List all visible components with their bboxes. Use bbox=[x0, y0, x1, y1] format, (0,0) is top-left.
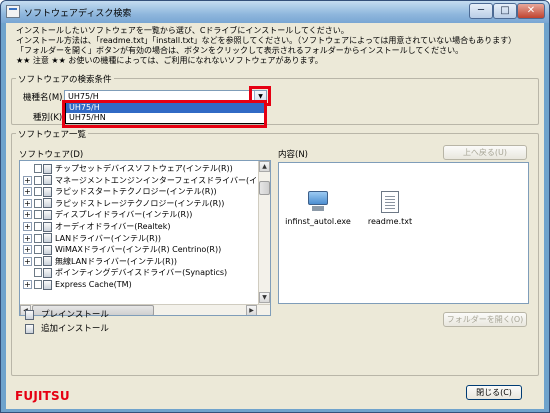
scroll-right-icon[interactable]: ▶ bbox=[246, 305, 257, 315]
legend-additional: 追加インストール bbox=[25, 323, 109, 335]
tree-item[interactable]: + Express Cache(TM) bbox=[23, 279, 132, 290]
tree-vertical-scrollbar[interactable]: ▲ ▼ bbox=[258, 161, 270, 304]
expand-plus-icon[interactable]: + bbox=[23, 198, 32, 208]
list-group-label: ソフトウェア一覧 bbox=[16, 128, 89, 140]
tree-item-label: ディスプレイドライバー(インテル(R)) bbox=[55, 210, 193, 220]
tree-item[interactable]: ポインティングデバイスドライバー(Synaptics) bbox=[23, 267, 227, 278]
content-pane[interactable]: infinst_autol.exe readme.txt bbox=[278, 162, 529, 304]
software-icon bbox=[43, 256, 52, 267]
software-icon bbox=[43, 209, 52, 220]
up-back-button[interactable]: 上へ戻る(U) bbox=[443, 145, 527, 160]
title-bar[interactable]: ソフトウェアディスク検索 ─ □ ✕ bbox=[1, 1, 549, 23]
expand-plus-icon[interactable]: + bbox=[23, 210, 32, 220]
close-button[interactable]: 閉じる(C) bbox=[466, 385, 522, 400]
tree-item-label: 無線LANドライバー(インテル(R)) bbox=[55, 256, 177, 266]
item-checkbox-icon[interactable] bbox=[34, 245, 42, 255]
app-window: ソフトウェアディスク検索 ─ □ ✕ インストールしたいソフトウェアを一覧から選… bbox=[0, 0, 550, 413]
legend-preinstall-label: プレインストール bbox=[41, 310, 109, 320]
software-icon bbox=[43, 163, 52, 174]
instructions: インストールしたいソフトウェアを一覧から選び、Cドライブにインストールしてくださ… bbox=[16, 26, 541, 66]
scroll-thumb[interactable] bbox=[259, 181, 270, 195]
item-checkbox-icon[interactable] bbox=[34, 256, 42, 266]
legend-additional-label: 追加インストール bbox=[41, 324, 109, 334]
tree-item[interactable]: + オーディオドライバー(Realtek) bbox=[23, 221, 170, 232]
expand-plus-icon[interactable]: + bbox=[23, 233, 32, 243]
item-checkbox-icon[interactable] bbox=[34, 164, 42, 173]
model-label: 機種名(M) bbox=[23, 93, 63, 103]
software-icon bbox=[43, 279, 52, 290]
tree-item[interactable]: + WiMAXドライバー(インテル(R) Centrino(R)) bbox=[23, 244, 221, 255]
legend-preinstall: プレインストール bbox=[25, 309, 109, 321]
tree-item[interactable]: + 無線LANドライバー(インテル(R)) bbox=[23, 256, 177, 267]
tree-item-label: LANドライバー(インテル(R)) bbox=[55, 233, 161, 243]
software-icon bbox=[43, 186, 52, 197]
software-icon bbox=[43, 244, 52, 255]
instruction-line: インストール方法は、「readme.txt」「install.txt」などを参照… bbox=[16, 36, 517, 45]
software-icon bbox=[43, 233, 52, 244]
item-checkbox-icon[interactable] bbox=[34, 187, 42, 197]
file-name: readme.txt bbox=[367, 217, 413, 226]
instruction-line: インストールしたいソフトウェアを一覧から選び、Cドライブにインストールしてくださ… bbox=[16, 26, 349, 35]
highlight-dropdown-list bbox=[62, 100, 267, 128]
item-checkbox-icon[interactable] bbox=[34, 210, 42, 220]
tree-item-label: WiMAXドライバー(インテル(R) Centrino(R)) bbox=[55, 245, 222, 255]
expand-plus-icon[interactable]: + bbox=[23, 175, 32, 185]
minimize-button[interactable]: ─ bbox=[469, 3, 493, 19]
software-tree[interactable]: チップセットデバイスソフトウェア(インテル(R)) + マネージメントエンジンインタ… bbox=[19, 160, 271, 316]
expand-plus-icon[interactable]: + bbox=[23, 245, 32, 255]
tree-item[interactable]: チップセットデバイスソフトウェア(インテル(R)) bbox=[23, 163, 233, 174]
tree-item-label: チップセットデバイスソフトウェア(インテル(R)) bbox=[55, 164, 233, 173]
tree-item[interactable]: + マネージメントエンジンインターフェイスドライバー(インテル bbox=[23, 175, 271, 186]
item-checkbox-icon[interactable] bbox=[34, 268, 42, 278]
scroll-down-icon[interactable]: ▼ bbox=[259, 292, 270, 303]
item-checkbox-icon[interactable] bbox=[34, 222, 42, 231]
maximize-button[interactable]: □ bbox=[493, 3, 517, 19]
additional-install-icon bbox=[25, 323, 34, 334]
expand-plus-icon[interactable]: + bbox=[23, 280, 32, 289]
tree-item-label: ポインティングデバイスドライバー(Synaptics) bbox=[55, 268, 228, 278]
file-name: infinst_autol.exe bbox=[285, 217, 351, 226]
file-item[interactable]: readme.txt bbox=[355, 191, 425, 226]
content-label: 内容(N) bbox=[278, 150, 308, 160]
preinstall-icon bbox=[25, 309, 34, 320]
window-title: ソフトウェアディスク検索 bbox=[24, 9, 132, 19]
item-checkbox-icon[interactable] bbox=[34, 233, 42, 243]
app-icon bbox=[6, 5, 20, 18]
instruction-line: ★★ 注意 ★★ お使いの機種によっては、ご利用になれないソフトウェアがあります… bbox=[16, 56, 323, 65]
fujitsu-logo: FUJITSU bbox=[15, 389, 70, 403]
instruction-line: 「フォルダーを開く」ボタンが有効の場合は、ボタンをクリックして表示されるフォルダ… bbox=[16, 46, 464, 55]
item-checkbox-icon[interactable] bbox=[34, 198, 42, 208]
scroll-up-icon[interactable]: ▲ bbox=[259, 161, 270, 172]
item-checkbox-icon[interactable] bbox=[34, 280, 42, 289]
expand-plus-icon[interactable]: + bbox=[23, 187, 32, 197]
client-area: インストールしたいソフトウェアを一覧から選び、Cドライブにインストールしてくださ… bbox=[6, 23, 544, 409]
software-icon bbox=[43, 267, 52, 278]
open-folder-button[interactable]: フォルダーを開く(O) bbox=[443, 312, 527, 327]
software-icon bbox=[43, 221, 52, 232]
expand-plus-icon[interactable]: + bbox=[23, 256, 32, 266]
tree-item[interactable]: + ラピッドストレージテクノロジー(インテル(R)) bbox=[23, 198, 224, 209]
tree-item-label: マネージメントエンジンインターフェイスドライバー(インテル bbox=[55, 175, 271, 185]
text-file-icon bbox=[381, 191, 399, 213]
tree-item-label: ラピッドスタートテクノロジー(インテル(R)) bbox=[55, 187, 217, 197]
tree-item[interactable]: + LANドライバー(インテル(R)) bbox=[23, 233, 161, 244]
exe-icon bbox=[306, 191, 330, 213]
software-icon bbox=[43, 198, 52, 209]
software-icon bbox=[43, 175, 52, 186]
tree-item-label: オーディオドライバー(Realtek) bbox=[55, 222, 171, 231]
tree-item-label: Express Cache(TM) bbox=[55, 280, 132, 289]
file-item[interactable]: infinst_autol.exe bbox=[283, 191, 353, 226]
expand-plus-icon[interactable]: + bbox=[23, 222, 32, 231]
tree-item[interactable]: + ラピッドスタートテクノロジー(インテル(R)) bbox=[23, 186, 217, 197]
tree-item-label: ラピッドストレージテクノロジー(インテル(R)) bbox=[55, 198, 225, 208]
type-label: 種別(K) bbox=[33, 113, 63, 123]
close-window-button[interactable]: ✕ bbox=[517, 3, 545, 19]
software-label: ソフトウェア(D) bbox=[19, 150, 84, 160]
tree-item[interactable]: + ディスプレイドライバー(インテル(R)) bbox=[23, 209, 192, 220]
search-group-label: ソフトウェアの検索条件 bbox=[16, 73, 114, 85]
item-checkbox-icon[interactable] bbox=[34, 175, 42, 185]
